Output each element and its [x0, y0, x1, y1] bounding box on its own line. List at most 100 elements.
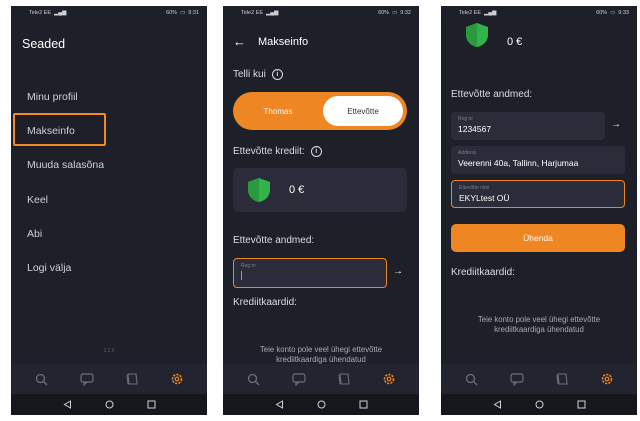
chat-icon[interactable]: [291, 371, 307, 387]
order-as-text: Telli kui: [233, 69, 266, 80]
payment-info-screen: Tele2 EE ▂▄▆ 60% ▭ 9:32 ← Makseinfo Tell…: [223, 6, 419, 415]
bottom-nav: [11, 364, 207, 394]
page-title: Makseinfo: [258, 35, 309, 48]
clock: 9:33: [618, 10, 629, 16]
company-data-text: Ettevõtte andmed:: [451, 89, 533, 100]
credit-cards-label: Krediitkaardid:: [233, 297, 297, 308]
carrier-name: Tele2 EE: [459, 10, 482, 16]
home-icon[interactable]: [316, 400, 326, 410]
back-arrow-icon[interactable]: ←: [233, 34, 246, 49]
settings-icon[interactable]: [169, 371, 185, 387]
company-data-screen: Tele2 EE ▂▄▆ 60% ▭ 9:33 0 € Ettevõtte an…: [441, 6, 637, 415]
search-icon[interactable]: [464, 371, 480, 387]
credit-cards-label: Krediitkaardid:: [451, 267, 515, 278]
back-icon[interactable]: [274, 400, 284, 410]
menu-item-payment-info[interactable]: Makseinfo: [27, 125, 75, 137]
credit-card-panel: 0 €: [233, 168, 407, 212]
chat-icon[interactable]: [509, 371, 525, 387]
company-data-text: Ettevõtte andmed:: [233, 235, 315, 246]
address-input[interactable]: Address Veerenni 40a, Tallinn, Harjumaa: [451, 146, 625, 174]
company-data-label: Ettevõtte andmed:: [233, 235, 314, 246]
reg-number-label: Reg nr: [241, 263, 257, 269]
system-nav-bar: [223, 394, 419, 415]
no-cards-message: Teie konto pole veel ühegi ettevõtte kre…: [441, 315, 637, 335]
battery-icon: ▭: [610, 10, 616, 16]
home-icon[interactable]: [104, 400, 114, 410]
battery-icon: ▭: [392, 10, 398, 16]
company-name-label: Ettevõtte nimi: [459, 185, 490, 191]
status-bar: Tele2 EE ▂▄▆ 60% ▭ 9:33: [441, 6, 637, 20]
reg-number-input[interactable]: Reg nr: [233, 258, 387, 288]
credit-amount: 0 €: [289, 184, 305, 196]
search-icon[interactable]: [246, 371, 262, 387]
credit-cards-text: Krediitkaardid:: [451, 267, 515, 278]
credit-card-panel: 0 €: [451, 20, 625, 64]
system-nav-bar: [11, 394, 207, 415]
app-version: 3.2.6: [103, 348, 115, 354]
carrier-name: Tele2 EE: [241, 10, 264, 16]
company-credit-label: Ettevõtte krediit: i: [233, 146, 322, 157]
back-icon[interactable]: [492, 400, 502, 410]
menu-item-logout[interactable]: Logi välja: [27, 262, 71, 274]
settings-icon[interactable]: [599, 371, 615, 387]
home-icon[interactable]: [534, 400, 544, 410]
battery-percent: 60%: [166, 10, 178, 16]
battery-percent: 60%: [596, 10, 608, 16]
recents-icon[interactable]: [576, 400, 586, 410]
company-credit-text: Ettevõtte krediit:: [233, 146, 305, 157]
menu-item-profile[interactable]: Minu profiil: [27, 91, 78, 103]
submit-arrow-icon[interactable]: →: [611, 119, 621, 130]
no-cards-line-2: krediitkaardiga ühendatud: [494, 325, 584, 334]
credit-cards-text: Krediitkaardid:: [233, 297, 297, 308]
no-cards-message: Teie konto pole veel ühegi ettevõtte kre…: [223, 345, 419, 365]
reg-number-input[interactable]: Reg nr 1234567: [451, 112, 605, 140]
company-name-value: EKYLtest OÜ: [459, 193, 510, 203]
document-icon[interactable]: [554, 371, 570, 387]
menu-item-change-password[interactable]: Muuda salasõna: [27, 159, 104, 171]
toggle-option-personal[interactable]: Thomas: [233, 92, 323, 130]
connect-button[interactable]: Ühenda: [451, 224, 625, 252]
back-icon[interactable]: [62, 400, 72, 410]
status-bar: Tele2 EE ▂▄▆ 60% ▭ 9:31: [11, 6, 207, 20]
chat-icon[interactable]: [79, 371, 95, 387]
document-icon[interactable]: [336, 371, 352, 387]
signal-icon: ▂▄▆: [54, 10, 67, 16]
menu-item-help[interactable]: Abi: [27, 228, 42, 240]
account-type-toggle[interactable]: Thomas Ettevõtte: [233, 92, 407, 130]
toggle-option-company[interactable]: Ettevõtte: [323, 96, 403, 126]
search-icon[interactable]: [34, 371, 50, 387]
recents-icon[interactable]: [146, 400, 156, 410]
no-cards-line-1: Teie konto pole veel ühegi ettevõtte: [259, 345, 383, 354]
reg-number-label: Reg nr: [458, 116, 474, 122]
reg-number-value: 1234567: [458, 124, 492, 134]
carrier-name: Tele2 EE: [29, 10, 52, 16]
menu-item-language[interactable]: Keel: [27, 194, 48, 206]
clock: 9:31: [188, 10, 199, 16]
recents-icon[interactable]: [358, 400, 368, 410]
bottom-nav: [441, 364, 637, 394]
order-as-label: Telli kui i: [233, 69, 283, 80]
credit-shield-icon: [248, 178, 270, 202]
battery-percent: 60%: [378, 10, 390, 16]
settings-icon[interactable]: [381, 371, 397, 387]
info-icon[interactable]: i: [310, 146, 322, 157]
no-cards-line-1: Teie konto pole veel ühegi ettevõtte: [477, 315, 601, 324]
address-value: Veerenni 40a, Tallinn, Harjumaa: [458, 158, 579, 168]
address-label: Address: [458, 150, 477, 156]
company-data-label: Ettevõtte andmed:: [451, 89, 532, 100]
info-icon[interactable]: i: [271, 69, 283, 80]
status-bar: Tele2 EE ▂▄▆ 60% ▭ 9:32: [223, 6, 419, 20]
text-cursor: [241, 271, 242, 280]
document-icon[interactable]: [124, 371, 140, 387]
company-name-input[interactable]: Ettevõtte nimi EKYLtest OÜ: [451, 180, 625, 208]
battery-icon: ▭: [180, 10, 186, 16]
system-nav-bar: [441, 394, 637, 415]
signal-icon: ▂▄▆: [484, 10, 497, 16]
credit-shield-icon: [466, 23, 488, 47]
bottom-nav: [223, 364, 419, 394]
settings-screen: Tele2 EE ▂▄▆ 60% ▭ 9:31 Seaded Minu prof…: [11, 6, 207, 415]
signal-icon: ▂▄▆: [266, 10, 279, 16]
credit-amount: 0 €: [507, 36, 523, 48]
submit-arrow-icon[interactable]: →: [393, 266, 403, 277]
clock: 9:32: [400, 10, 411, 16]
